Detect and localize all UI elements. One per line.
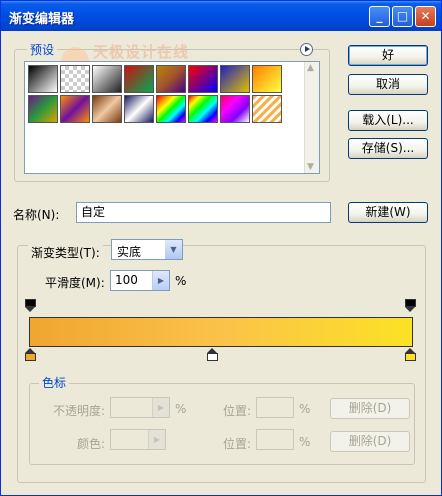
stop-pointer-icon (25, 307, 35, 312)
opacity-location-label: 位置: (223, 404, 252, 418)
name-input[interactable]: 自定 (76, 202, 331, 223)
color-stop-right[interactable] (405, 348, 416, 361)
maximize-button[interactable]: □ (392, 6, 413, 27)
minimize-button[interactable]: _ (369, 6, 390, 27)
preset-swatch[interactable] (220, 95, 250, 123)
preset-swatch[interactable] (60, 65, 90, 93)
opacity-stop-right[interactable] (405, 299, 416, 312)
preset-swatch[interactable] (124, 95, 154, 123)
presets-menu-button[interactable] (300, 43, 313, 56)
smoothness-label: 平滑度(M): (45, 276, 105, 290)
smoothness-input[interactable]: 100 ▶ (110, 270, 170, 291)
arrow-right-icon (305, 46, 310, 52)
color-stop-swatch (207, 353, 218, 361)
window-title: 渐变编辑器 (9, 12, 75, 27)
scroll-up-icon[interactable]: ▲ (307, 63, 314, 73)
gradient-type-value: 实底 (117, 245, 142, 259)
preset-swatch[interactable] (252, 65, 282, 93)
preset-swatch[interactable] (92, 95, 122, 123)
stop-pointer-icon (405, 307, 415, 312)
color-label: 颜色: (77, 437, 106, 451)
preset-swatch[interactable] (252, 95, 282, 123)
preset-swatch[interactable] (28, 65, 58, 93)
color-stop-left[interactable] (25, 348, 36, 361)
close-button[interactable]: ✕ (415, 6, 436, 27)
presets-label: 预设 (27, 41, 58, 58)
color-stops-label: 色标 (39, 374, 70, 391)
preset-scrollbar[interactable]: ▲ ▼ (304, 62, 319, 173)
gradient-type-select[interactable]: 实底 ▼ (111, 239, 183, 260)
preset-gradient-list[interactable]: ▲ ▼ (24, 61, 320, 174)
opacity-location-unit: % (299, 402, 311, 416)
opacity-label: 不透明度: (53, 404, 106, 418)
smoothness-value: 100 (115, 273, 138, 287)
color-stop-swatch (405, 353, 416, 361)
smoothness-unit: % (175, 274, 187, 288)
color-stops-group (29, 383, 415, 465)
opacity-stop-swatch (25, 299, 36, 307)
color-stop-middle[interactable] (207, 348, 218, 361)
color-location-unit: % (299, 435, 311, 449)
smoothness-spin-icon[interactable]: ▶ (152, 271, 169, 290)
opacity-unit: % (175, 402, 187, 416)
opacity-stop-swatch (405, 299, 416, 307)
preset-swatch[interactable] (124, 65, 154, 93)
save-button[interactable]: 存储(S)... (348, 138, 428, 159)
title-bar[interactable]: 渐变编辑器 _ □ ✕ (1, 1, 441, 31)
preset-swatch[interactable] (156, 65, 186, 93)
ok-button[interactable]: 好 (348, 45, 428, 66)
color-stop-swatch (25, 353, 36, 361)
opacity-spin-icon: ▶ (152, 398, 169, 417)
gradient-preview-bar[interactable] (29, 317, 413, 347)
cancel-button[interactable]: 取消 (348, 74, 428, 95)
preset-swatch[interactable] (220, 65, 250, 93)
opacity-location-input (256, 397, 294, 418)
color-menu-icon: ▶ (148, 430, 165, 449)
color-location-input (256, 429, 294, 450)
dropdown-arrow-icon[interactable]: ▼ (165, 240, 182, 259)
preset-swatch[interactable] (188, 95, 218, 123)
new-button[interactable]: 新建(W) (348, 202, 428, 223)
color-location-label: 位置: (223, 437, 252, 451)
scroll-down-icon[interactable]: ▼ (307, 162, 314, 172)
opacity-stop-left[interactable] (25, 299, 36, 312)
opacity-input: ▶ (110, 397, 170, 418)
gradient-type-label: 渐变类型(T): (28, 244, 103, 261)
preset-swatch[interactable] (28, 95, 58, 123)
delete-color-stop-button: 删除(D) (330, 431, 410, 452)
gradient-editor-window: 渐变编辑器 _ □ ✕ 预设 天极设计在线 Design.yesky.com ▲… (0, 0, 442, 496)
delete-opacity-stop-button: 删除(D) (330, 398, 410, 419)
preset-swatch[interactable] (188, 65, 218, 93)
preset-swatch[interactable] (60, 95, 90, 123)
preset-swatch[interactable] (92, 65, 122, 93)
load-button[interactable]: 载入(L)... (348, 110, 428, 131)
preset-swatch[interactable] (156, 95, 186, 123)
color-swatch-input: ▶ (110, 429, 166, 450)
name-label: 名称(N): (13, 208, 60, 222)
